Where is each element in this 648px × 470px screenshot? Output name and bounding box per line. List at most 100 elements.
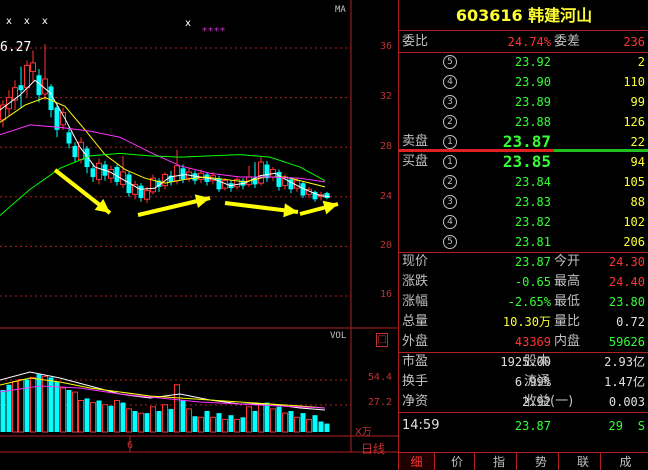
level-badge: 1 [443,135,457,149]
fund-value: 1.47亿 [604,375,645,389]
price-axis-label: 20 [379,240,392,251]
volume-bar [180,400,186,432]
sell-price: 23.88 [514,115,551,129]
volume-bar [138,412,144,433]
sell-row-3[interactable]: 3 23.89 99 [399,92,648,112]
sell-row-2[interactable]: 2 23.88 126 [399,112,648,132]
volume-bar [162,404,168,433]
buy-row-4[interactable]: 4 23.82 102 [399,212,648,232]
buy-row-3[interactable]: 3 23.83 88 [399,192,648,212]
tab-detail[interactable]: 细 [399,453,435,470]
tab-trend[interactable]: 势 [524,453,559,470]
level-badge: 1 [443,155,457,169]
candle-body [324,193,330,199]
stat-label: 今开 [554,254,581,269]
sell-row-5[interactable]: 5 23.92 2 [399,52,648,72]
stat-value: -2.65% [507,295,551,309]
volume-bar [72,391,78,433]
volume-bar [300,413,306,432]
candle-body [90,168,96,177]
volume-bar [168,408,174,432]
candle-body [18,85,24,91]
period-button[interactable]: 日线 [361,440,385,457]
volume-bar [60,387,66,433]
sell-price: 23.92 [514,55,551,69]
volume-bar [288,411,294,432]
fund-label: 收益(一) [524,394,574,409]
volume-bar [6,384,12,432]
buy-price: 23.85 [502,152,551,171]
candle-body [258,161,264,184]
fund-label: 市盈 [402,354,429,369]
tick-price: 23.87 [514,419,551,433]
sell-row-4[interactable]: 4 23.90 110 [399,72,648,92]
volume-bar [120,402,126,432]
stat-label: 总量 [402,314,429,329]
volume-bar [126,408,132,433]
price-axis-label: 24 [379,191,392,202]
volume-bar [18,379,24,433]
volume-bar [324,423,330,432]
volume-bar [48,377,54,432]
fund-value: 2.93亿 [604,355,645,369]
volume-bar [210,416,216,433]
volume-bar [276,406,282,432]
buy-row-2[interactable]: 2 23.84 105 [399,172,648,192]
stat-value: 23.80 [608,295,645,309]
volume-bar [30,376,36,433]
volume-bar [96,400,102,432]
kline-chart-svg[interactable] [0,0,398,470]
stat-value: 24.30 [608,255,645,269]
candle-body [180,168,186,180]
kline-chart-panel[interactable]: MA 6.27 xxx x **** 36 32 28 24 20 16 VOL… [0,0,398,470]
volume-bar [318,421,324,432]
volume-bar [246,406,252,433]
volume-bar [294,416,300,433]
divider [399,412,648,413]
weibi-value: 24.74% [507,35,551,49]
volume-bar [114,400,120,433]
level-badge: 2 [443,115,457,129]
level-badge: 5 [443,235,457,249]
stat-value: 23.87 [514,255,551,269]
settings-box-icon[interactable]: □ [376,333,388,347]
buy-vol: 94 [630,155,645,169]
tick-side: S [637,419,645,433]
buy-price: 23.82 [514,215,551,229]
buy-vol: 206 [623,235,645,249]
buy-price: 23.84 [514,175,551,189]
volume-bar [216,413,222,432]
volume-bar [234,418,240,433]
stat-value: 43369 [514,335,551,349]
ma20-line [0,124,326,183]
volume-bar [108,405,114,432]
buy-price: 23.83 [514,195,551,209]
volume-bar [174,384,180,433]
stat-value: -0.65 [514,275,551,289]
stat-label: 现价 [402,254,429,269]
stat-row: 外盘 43369 内盘 59626 [399,332,648,352]
candle-body [66,132,72,144]
candle-body [144,190,150,200]
weibi-label: 委比 [402,34,429,49]
stat-value: 10.30万 [502,315,551,329]
level-badge: 2 [443,175,457,189]
tab-index[interactable]: 指 [482,453,517,470]
signal-marks: xxx [6,16,60,27]
fund-label: 流通 [524,374,551,389]
vol-unit-label: X万 [355,427,372,438]
tab-trades[interactable]: 成 [608,453,643,470]
buy-row-5[interactable]: 5 23.81 206 [399,232,648,252]
volume-bar [186,408,192,433]
tick-vol: 29 [608,419,623,433]
volume-bar [150,406,156,433]
price-axis-label: 32 [379,91,392,102]
volume-bar [204,411,210,432]
sell-vol: 126 [623,115,645,129]
buy-row-1[interactable]: 买盘 1 23.85 94 [399,152,648,172]
volume-bar [66,390,72,432]
tab-related[interactable]: 联 [566,453,601,470]
tab-price[interactable]: 价 [440,453,475,470]
stat-label: 涨幅 [402,294,429,309]
candle-body [174,165,180,182]
